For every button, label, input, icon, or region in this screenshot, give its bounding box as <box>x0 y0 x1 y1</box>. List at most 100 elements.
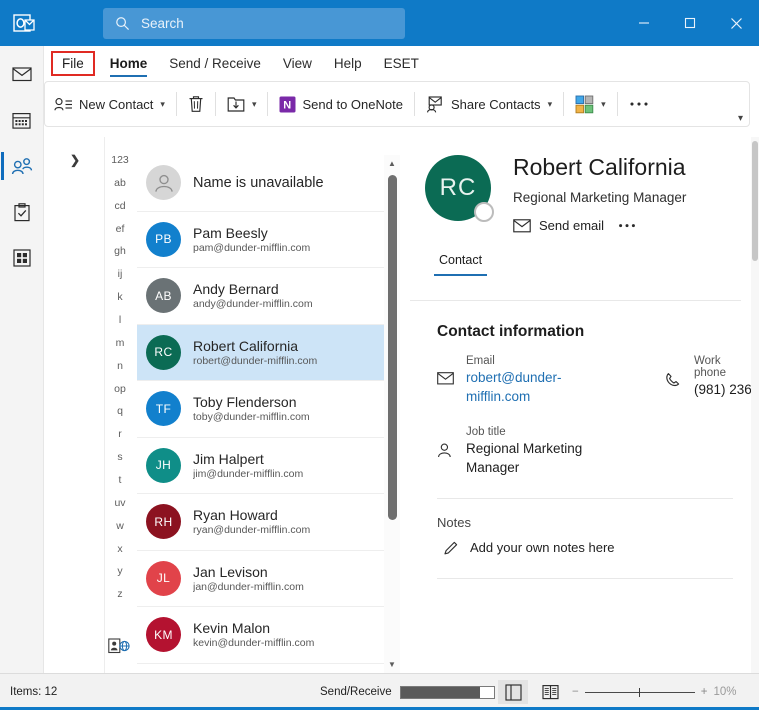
minimize-button[interactable] <box>621 0 667 46</box>
detail-scrollbar-thumb[interactable] <box>752 141 758 261</box>
zoom-in-button[interactable]: + <box>701 686 708 698</box>
tab-send-receive[interactable]: Send / Receive <box>158 46 272 81</box>
alpha-index-q[interactable]: q <box>117 406 123 417</box>
share-contacts-button[interactable]: Share Contacts ▾ <box>417 87 561 121</box>
outlook-window: Search File Home Send / Receive View Hel… <box>0 0 759 710</box>
envelope-icon <box>11 67 32 82</box>
chevron-down-icon[interactable]: ▾ <box>160 99 165 110</box>
close-icon <box>730 17 742 29</box>
alpha-index-ij[interactable]: ij <box>118 269 123 280</box>
alpha-index-s[interactable]: s <box>117 452 122 463</box>
field-work-phone-value: (981) 236 <box>694 382 751 397</box>
alpha-index-t[interactable]: t <box>119 475 122 486</box>
alpha-index-op[interactable]: op <box>114 384 126 395</box>
contact-text: Andy Bernard andy@dunder-mifflin.com <box>193 281 313 310</box>
alpha-index-y[interactable]: y <box>117 566 122 577</box>
contact-list[interactable]: Name is unavailable PB Pam Beesly pam@dunde… <box>137 155 400 673</box>
search-box[interactable]: Search <box>103 8 405 39</box>
contact-list-item[interactable]: KM Kevin Malon kevin@dunder-mifflin.com <box>137 607 399 664</box>
contact-list-item[interactable]: TF Toby Flenderson toby@dunder-mifflin.com <box>137 381 399 438</box>
folder-pane-collapsed: ❯ <box>44 137 105 673</box>
alpha-index-123[interactable]: 123 <box>111 155 129 166</box>
scroll-up-button[interactable]: ▲ <box>384 155 400 172</box>
scrollbar-thumb[interactable] <box>388 175 397 520</box>
chevron-down-icon[interactable]: ▾ <box>548 99 553 110</box>
alpha-index-r[interactable]: r <box>118 429 122 440</box>
nav-item-calendar[interactable] <box>0 104 44 136</box>
chevron-right-icon[interactable]: ❯ <box>70 153 80 167</box>
search-input[interactable]: Search <box>141 16 184 31</box>
zoom-out-button[interactable]: − <box>572 686 579 698</box>
nav-item-apps[interactable] <box>0 242 44 274</box>
ribbon-separator <box>413 92 415 116</box>
contact-list-scrollbar[interactable]: ▲ ▼ <box>384 155 400 673</box>
send-email-button[interactable]: Send email <box>513 218 604 233</box>
zoom-slider[interactable] <box>584 687 695 697</box>
tab-file[interactable]: File <box>51 51 95 76</box>
contact-actions: Send email <box>513 218 686 233</box>
move-to-folder-button[interactable]: ▾ <box>218 87 266 121</box>
maximize-button[interactable] <box>667 0 713 46</box>
address-book-icon[interactable] <box>106 636 132 656</box>
alpha-index-l[interactable]: l <box>119 315 121 326</box>
chevron-down-icon[interactable]: ▾ <box>252 99 257 110</box>
contact-avatar <box>146 165 181 201</box>
nav-item-tasks[interactable] <box>0 196 44 228</box>
contact-email: toby@dunder-mifflin.com <box>193 411 310 424</box>
contact-more-button[interactable] <box>618 223 636 228</box>
more-commands-button[interactable] <box>620 87 658 121</box>
nav-item-mail[interactable] <box>0 58 44 90</box>
contact-list-item[interactable]: PB Pam Beesly pam@dunder-mifflin.com <box>137 211 399 268</box>
send-to-onenote-button[interactable]: N Send to OneNote <box>270 87 411 121</box>
close-button[interactable] <box>713 0 759 46</box>
alpha-index-uv[interactable]: uv <box>114 498 125 509</box>
zoom-control[interactable]: − + 10% <box>572 686 736 698</box>
tab-contact[interactable]: Contact <box>433 253 488 277</box>
contact-text: Jim Halpert jim@dunder-mifflin.com <box>193 451 303 480</box>
contact-text: Robert California robert@dunder-mifflin.c… <box>193 338 317 367</box>
zoom-slider-handle[interactable] <box>638 687 640 697</box>
notes-add-button[interactable]: Add your own notes here <box>443 540 751 556</box>
contact-name: Ryan Howard <box>193 507 278 524</box>
zoom-level[interactable]: 10% <box>713 686 736 698</box>
alpha-index-ab[interactable]: ab <box>114 178 126 189</box>
onenote-icon: N <box>279 96 296 112</box>
view-normal-button[interactable] <box>498 680 528 704</box>
scroll-down-button[interactable]: ▼ <box>384 656 400 673</box>
delete-button[interactable] <box>179 87 213 121</box>
collapse-ribbon-button[interactable]: ▾ <box>738 113 743 124</box>
contact-list-item[interactable]: Name is unavailable <box>137 155 399 212</box>
nav-item-people[interactable] <box>0 150 44 182</box>
view-reading-button[interactable] <box>535 680 565 704</box>
chevron-down-icon[interactable]: ▾ <box>601 99 606 110</box>
alpha-index-k[interactable]: k <box>117 292 122 303</box>
alpha-index-x[interactable]: x <box>117 544 122 555</box>
field-email-value[interactable]: robert@dunder-mifflin.com <box>466 369 616 406</box>
detail-tab-divider <box>410 300 741 301</box>
tab-help[interactable]: Help <box>323 46 373 81</box>
contact-list-item[interactable]: JH Jim Halpert jim@dunder-mifflin.com <box>137 437 399 494</box>
tab-view[interactable]: View <box>272 46 323 81</box>
alpha-index-gh[interactable]: gh <box>114 246 126 257</box>
section-title: Contact information <box>437 323 585 340</box>
tab-home[interactable]: Home <box>99 46 159 81</box>
share-contacts-label: Share Contacts <box>450 96 541 112</box>
envelope-icon <box>513 219 531 233</box>
contact-list-item[interactable]: RH Ryan Howard ryan@dunder-mifflin.com <box>137 494 399 551</box>
tab-eset[interactable]: ESET <box>373 46 430 81</box>
contact-list-item[interactable]: JL Jan Levison jan@dunder-mifflin.com <box>137 550 399 607</box>
categorize-button[interactable]: ▾ <box>566 87 615 121</box>
contact-email: jan@dunder-mifflin.com <box>193 580 304 593</box>
contact-list-item[interactable]: RC Robert California robert@dunder-mifflin… <box>137 324 399 381</box>
contact-list-item[interactable]: AB Andy Bernard andy@dunder-mifflin.com <box>137 268 399 325</box>
alpha-index-n[interactable]: n <box>117 361 123 372</box>
alpha-index-z[interactable]: z <box>117 589 122 600</box>
alpha-index-w[interactable]: w <box>116 521 124 532</box>
alpha-index-cd[interactable]: cd <box>114 201 125 212</box>
more-ellipsis-icon <box>630 102 648 106</box>
new-contact-button[interactable]: New Contact ▾ <box>45 87 174 121</box>
contact-email: andy@dunder-mifflin.com <box>193 298 313 311</box>
detail-scrollbar[interactable] <box>751 137 759 673</box>
alpha-index-m[interactable]: m <box>116 338 125 349</box>
alpha-index-ef[interactable]: ef <box>116 224 125 235</box>
